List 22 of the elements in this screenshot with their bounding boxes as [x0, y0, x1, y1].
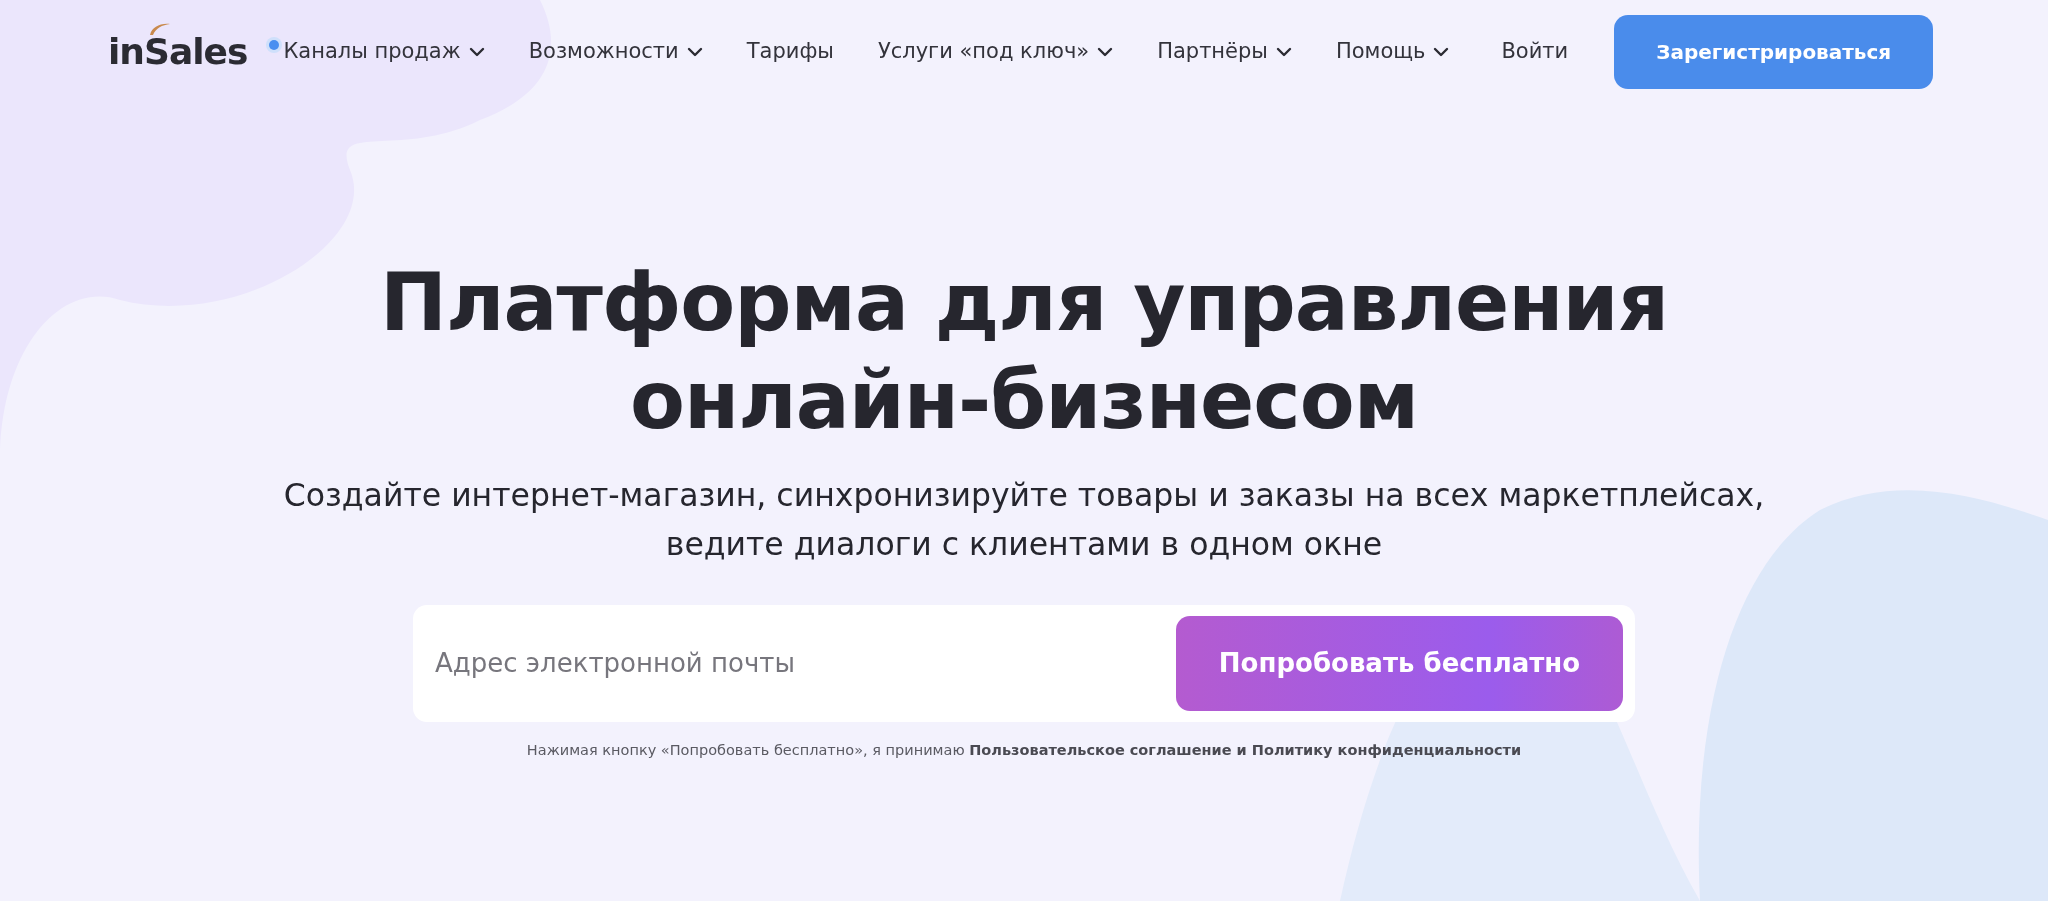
terms-link[interactable]: Пользовательское соглашение и Политику конфиденциальности: [969, 741, 1522, 758]
login-link[interactable]: Войти: [1501, 36, 1569, 68]
nav-link[interactable]: Услуги «под ключ»: [877, 36, 1114, 68]
nav-link[interactable]: Партнёры: [1157, 36, 1292, 68]
caret-icon: [1275, 47, 1292, 57]
nav-link[interactable]: Тарифы: [746, 36, 834, 68]
consent-text: Нажимая кнопку «Попробовать бесплатно», я принимаю: [526, 741, 966, 758]
nav-link[interactable]: Возможности: [528, 36, 703, 68]
nav-link[interactable]: Помощь: [1335, 36, 1450, 68]
try-free-button[interactable]: Попробовать бесплатно: [1176, 615, 1623, 711]
email-field[interactable]: Адрес электронной почты: [433, 642, 1176, 684]
logo[interactable]: inSales: [108, 21, 248, 71]
headline: онлайн-бизнесом: [628, 352, 1419, 449]
nav-link[interactable]: Каналы продаж: [269, 36, 485, 68]
subtitle: ведите диалоги с клиентами в одном окне: [664, 525, 1384, 564]
caret-icon: [1097, 47, 1114, 57]
caret-icon: [468, 47, 485, 57]
subtitle: Создайте интернет-магазин, синхронизируйте товары и заказы на всех маркетплейсах,: [282, 476, 1766, 516]
caret-icon: [686, 47, 703, 57]
headline: Платформа для управления: [379, 255, 1669, 351]
new-dot-icon: [269, 40, 280, 50]
caret-icon: [1433, 47, 1450, 57]
